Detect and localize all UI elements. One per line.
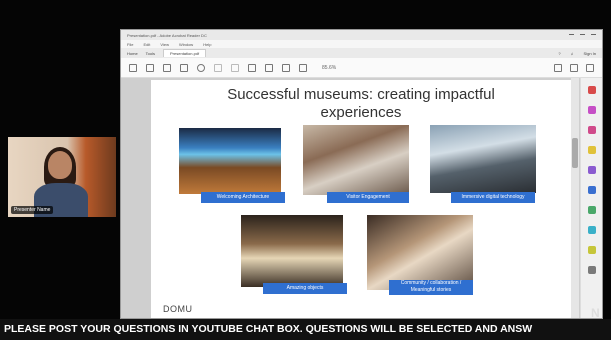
photo-digital-technology <box>430 125 536 193</box>
comment-tool-icon[interactable] <box>588 146 596 154</box>
maximize-icon[interactable] <box>580 33 585 37</box>
export-pdf-icon[interactable] <box>588 86 596 94</box>
protect-icon[interactable] <box>588 246 596 254</box>
combine-files-icon[interactable] <box>588 166 596 174</box>
caption-visitor-engagement: Visitor Engagement <box>327 192 409 203</box>
send-review-icon[interactable] <box>588 226 596 234</box>
menu-file[interactable]: File <box>127 42 133 47</box>
window-title: Presentation.pdf - Adobe Acrobat Reader … <box>127 32 207 38</box>
select-tool-icon[interactable] <box>248 63 256 72</box>
minimize-icon[interactable] <box>569 33 574 37</box>
tab-bar: Home Tools Presentation.pdf ? ♫ Sign In <box>121 48 602 58</box>
slide-title-line-2: experiences <box>320 104 402 121</box>
bell-icon[interactable]: ♫ <box>571 51 574 56</box>
menu-window[interactable]: Window <box>179 42 193 47</box>
upload-icon[interactable] <box>146 63 154 72</box>
photo-visitor-engagement <box>303 125 409 195</box>
tab-home[interactable]: Home <box>127 51 138 56</box>
sign-in-link[interactable]: Sign In <box>584 51 596 56</box>
photo-architecture <box>179 128 281 194</box>
zoom-in-icon[interactable] <box>299 63 307 72</box>
caption-architecture: Welcoming Architecture <box>201 192 285 203</box>
more-tools-icon[interactable] <box>588 266 596 274</box>
webcam-feed: Presenter Name <box>8 137 116 217</box>
organize-pages-icon[interactable] <box>588 186 596 194</box>
sign-icon[interactable] <box>570 63 578 72</box>
zoom-level[interactable]: 85.6% <box>322 65 336 71</box>
close-icon[interactable] <box>591 33 596 37</box>
help-icon[interactable]: ? <box>558 51 560 56</box>
menu-bar: File Edit View Window Help <box>121 40 602 48</box>
tab-tools[interactable]: Tools <box>146 51 155 56</box>
screen: Presenter Name Presentation.pdf - Adobe … <box>0 0 611 340</box>
scrollbar-thumb[interactable] <box>572 138 578 168</box>
slide-logo: DOMU <box>163 304 193 314</box>
edit-pdf-icon[interactable] <box>588 126 596 134</box>
toolbar: 85.6% <box>121 58 602 78</box>
slide-page: Successful museums: creating impactful e… <box>151 80 579 318</box>
tabbar-right: ? ♫ Sign In <box>558 51 596 56</box>
menu-edit[interactable]: Edit <box>143 42 150 47</box>
vertical-scrollbar[interactable] <box>571 78 579 318</box>
shared-app-window: Presentation.pdf - Adobe Acrobat Reader … <box>120 29 603 319</box>
caption-amazing-objects: Amazing objects <box>263 283 347 294</box>
create-pdf-icon[interactable] <box>588 106 596 114</box>
toolbar-right <box>554 63 594 72</box>
caption-community: Community / collaboration / Meaningful s… <box>389 280 473 295</box>
document-viewport[interactable]: Successful museums: creating impactful e… <box>121 78 581 318</box>
hand-tool-icon[interactable] <box>265 63 273 72</box>
print-icon[interactable] <box>163 63 171 72</box>
zoom-out-icon[interactable] <box>282 63 290 72</box>
slide-title: Successful museums: creating impactful e… <box>191 86 531 122</box>
next-page-icon[interactable] <box>231 63 239 72</box>
search-icon[interactable] <box>197 63 205 72</box>
presenter-face <box>48 151 72 179</box>
ticker-banner: PLEASE POST YOUR QUESTIONS IN YOUTUBE CH… <box>0 319 611 340</box>
photo-community <box>367 215 473 290</box>
prev-page-icon[interactable] <box>214 63 222 72</box>
slide-title-line-1: Successful museums: creating impactful <box>227 86 495 103</box>
window-controls <box>569 33 596 37</box>
menu-view[interactable]: View <box>160 42 169 47</box>
save-icon[interactable] <box>129 63 137 72</box>
menu-help[interactable]: Help <box>203 42 211 47</box>
fill-sign-icon[interactable] <box>588 206 596 214</box>
window-titlebar: Presentation.pdf - Adobe Acrobat Reader … <box>121 30 602 40</box>
photo-amazing-objects <box>241 215 343 287</box>
email-icon[interactable] <box>180 63 188 72</box>
share-icon[interactable] <box>586 63 594 72</box>
tab-document[interactable]: Presentation.pdf <box>163 49 207 57</box>
webcam-name-tag: Presenter Name <box>11 206 54 214</box>
comment-icon[interactable] <box>554 63 562 72</box>
channel-logo-icon: N <box>591 306 600 320</box>
tools-side-panel <box>580 78 602 318</box>
caption-digital-technology: Immersive digital technology <box>451 192 535 203</box>
